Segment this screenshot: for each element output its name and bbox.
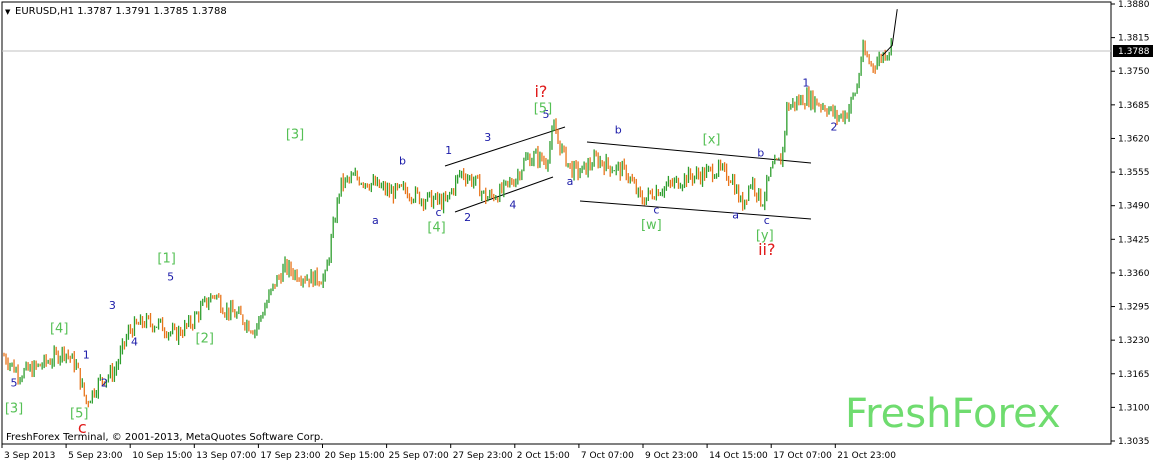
dropdown-arrow-icon[interactable]: ▼ [5, 8, 11, 16]
wave-label: i? [534, 82, 547, 101]
y-tick-label: 1.3035 [1118, 437, 1150, 447]
x-tick-label: 25 Sep 07:00 [389, 451, 449, 461]
price-chart[interactable]: 5[3][4]1[5]c2345[1][2][3]abc[4]12345[5]i… [0, 0, 1154, 463]
wave-label: c [764, 214, 770, 227]
wave-label: 2 [101, 377, 108, 390]
x-tick-label: 17 Oct 07:00 [773, 451, 832, 461]
wave-label: [2] [196, 332, 214, 347]
wave-label: b [399, 154, 406, 167]
wave-label: [4] [427, 221, 445, 236]
x-tick-label: 9 Oct 23:00 [645, 451, 698, 461]
wave-label: 1 [802, 77, 809, 90]
y-tick-label: 1.3750 [1118, 67, 1150, 77]
x-tick-label: 7 Oct 07:00 [581, 451, 634, 461]
wave-label: [3] [286, 127, 304, 142]
copyright-text: FreshForex Terminal, © 2001-2013, MetaQu… [6, 432, 323, 443]
y-tick-label: 1.3425 [1118, 235, 1150, 245]
wave-label: b [757, 147, 764, 160]
wave-label: 2 [831, 121, 838, 134]
x-tick-label: 13 Sep 07:00 [196, 451, 256, 461]
wave-label: 3 [109, 299, 116, 312]
x-tick-label: 27 Sep 23:00 [453, 451, 513, 461]
x-tick-label: 2 Oct 15:00 [517, 451, 570, 461]
x-tick-label: 20 Sep 15:00 [325, 451, 385, 461]
y-tick-label: 1.3360 [1118, 269, 1150, 279]
wave-label: 1 [445, 144, 452, 157]
wave-label: c [436, 206, 442, 219]
y-tick-label: 1.3815 [1118, 34, 1150, 44]
symbol-ohlc-text: EURUSD,H1 1.3787 1.3791 1.3785 1.3788 [15, 6, 227, 17]
x-tick-label: 17 Sep 23:00 [260, 451, 320, 461]
y-tick-label: 1.3295 [1118, 303, 1150, 313]
y-tick-label: 1.3100 [1118, 403, 1150, 413]
chart-window[interactable]: 5 [3] [4] 1 [5] c 2 3 4 5 [1] [2] [3] a b c [4] 1 2 3 4 5 [5] i… [0, 0, 1154, 463]
wave-label: 5 [11, 377, 18, 390]
y-tick-label: 1.3620 [1118, 134, 1150, 144]
y-tick-label: 1.3880 [1118, 0, 1150, 10]
wave-label: 4 [509, 198, 516, 211]
current-price-label-text: 1.3788 [1118, 47, 1150, 57]
wave-label: [x] [703, 133, 721, 148]
y-tick-label: 1.3555 [1118, 168, 1150, 178]
wave-label: 2 [464, 211, 471, 224]
y-tick-label: 1.3685 [1118, 101, 1150, 111]
wave-label: a [372, 214, 379, 227]
x-tick-label: 5 Sep 23:00 [68, 451, 123, 461]
y-tick-label: 1.3165 [1118, 370, 1150, 380]
y-tick-label: 1.3490 [1118, 202, 1150, 212]
wave-label: [1] [157, 252, 175, 267]
symbol-header[interactable]: ▼ EURUSD,H1 1.3787 1.3791 1.3785 1.3788 [5, 6, 227, 17]
wave-label: b [615, 123, 622, 136]
wave-label: a [567, 175, 574, 188]
wave-label: [4] [50, 321, 68, 336]
x-tick-label: 14 Oct 15:00 [709, 451, 768, 461]
current-price-label: 1.3788 [1113, 45, 1153, 57]
wave-label: 3 [484, 131, 491, 144]
wave-label: [5] [534, 102, 552, 117]
wave-label: a [732, 209, 739, 222]
y-tick-label: 1.3230 [1118, 336, 1150, 346]
x-tick-label: 3 Sep 2013 [4, 451, 55, 461]
wave-label: 5 [167, 271, 174, 284]
x-tick-label: 10 Sep 15:00 [132, 451, 192, 461]
plot-frame [1, 1, 1112, 445]
price-axis: 1.3880 1.3815 1.3750 1.3685 1.3620 1.3555 1.34… [1111, 0, 1150, 447]
wave-label: c [653, 203, 659, 216]
wave-label: [3] [5, 402, 23, 417]
wave-label: 4 [131, 335, 138, 348]
time-axis: 3 Sep 2013 5 Sep 23:00 10 Sep 15:00 13 Sep … [1, 444, 896, 461]
wave-label: [w] [641, 218, 662, 233]
wave-label: 1 [83, 348, 90, 361]
freshforex-watermark: FreshForex [845, 391, 1061, 437]
wave-label: ii? [758, 240, 775, 259]
x-tick-label: 21 Oct 23:00 [837, 451, 896, 461]
